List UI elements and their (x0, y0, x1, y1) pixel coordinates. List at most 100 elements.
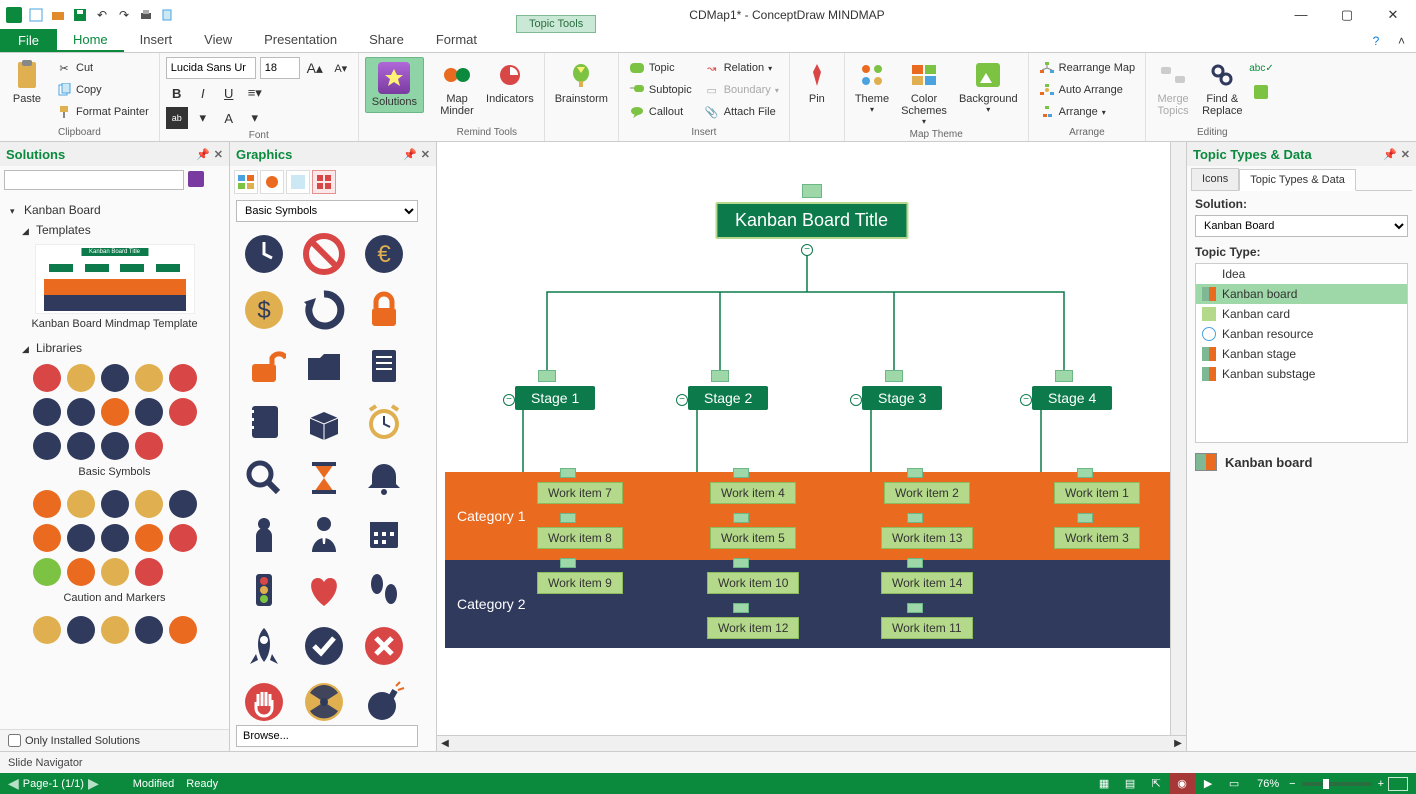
kanban-title[interactable]: Kanban Board Title (715, 202, 908, 239)
grow-font-icon[interactable]: A▴ (304, 57, 326, 79)
find-options-icon[interactable] (1250, 81, 1272, 103)
file-menu[interactable]: File (0, 29, 57, 52)
gfx-view2-icon[interactable] (260, 170, 284, 194)
work-item[interactable]: Work item 3 (1054, 527, 1140, 549)
tab-presentation[interactable]: Presentation (248, 29, 353, 52)
merge-topics-button[interactable]: Merge Topics (1152, 57, 1194, 119)
tab-insert[interactable]: Insert (124, 29, 189, 52)
map-minder-button[interactable]: Map Minder (436, 57, 478, 119)
zoom-out-icon[interactable]: − (1289, 778, 1295, 790)
close-panel-icon[interactable]: ✕ (421, 148, 430, 161)
work-item[interactable]: Work item 12 (707, 617, 799, 639)
lib-icon[interactable] (135, 364, 163, 392)
lib-icon[interactable] (169, 364, 197, 392)
wi-handle-icon[interactable] (733, 558, 749, 568)
stage-3[interactable]: Stage 3 (862, 386, 942, 410)
solutions-button[interactable]: Solutions (365, 57, 424, 113)
lib-icon[interactable] (135, 524, 163, 552)
bold-button[interactable]: B (166, 82, 188, 104)
indicators-button[interactable]: Indicators (482, 57, 538, 107)
refresh-icon[interactable] (296, 284, 352, 336)
stage-2[interactable]: Stage 2 (688, 386, 768, 410)
clock-icon[interactable] (236, 228, 292, 280)
wi-handle-icon[interactable] (1077, 513, 1093, 523)
stage-handle-icon[interactable] (538, 370, 556, 382)
wi-handle-icon[interactable] (560, 468, 576, 478)
next-page-icon[interactable]: ▶ (88, 775, 99, 792)
slide-navigator[interactable]: Slide Navigator (0, 751, 1416, 773)
tab-topic-types[interactable]: Topic Types & Data (1239, 169, 1356, 191)
only-installed-checkbox[interactable] (8, 734, 21, 747)
print-preview-icon[interactable] (160, 7, 176, 23)
horizontal-scrollbar[interactable]: ◀▶ (437, 735, 1186, 751)
template-thumbnail[interactable]: Kanban Board Title (35, 244, 195, 314)
check-circle-icon[interactable] (296, 620, 352, 672)
lib-icon[interactable] (33, 490, 61, 518)
presentation-icon[interactable]: ▭ (1221, 773, 1247, 794)
lib-icon[interactable] (169, 524, 197, 552)
work-item[interactable]: Work item 7 (537, 482, 623, 504)
font-size-select[interactable] (260, 57, 300, 79)
context-tab-topic-tools[interactable]: Topic Tools (516, 15, 596, 33)
graphics-library-select[interactable]: Basic Symbols (236, 200, 418, 222)
help-icon[interactable]: ? (1364, 29, 1388, 53)
gfx-view4-icon[interactable] (312, 170, 336, 194)
open-icon[interactable] (50, 7, 66, 23)
lib-icon[interactable] (101, 364, 129, 392)
work-item[interactable]: Work item 11 (881, 617, 973, 639)
work-item[interactable]: Work item 9 (537, 572, 623, 594)
tab-home[interactable]: Home (57, 29, 124, 52)
gfx-view3-icon[interactable] (286, 170, 310, 194)
lib-icon[interactable] (33, 558, 61, 586)
font-color-button[interactable]: A (218, 107, 240, 129)
attach-file-button[interactable]: 📎Attach File (700, 101, 783, 123)
magnifier-icon[interactable] (236, 452, 292, 504)
wi-handle-icon[interactable] (907, 468, 923, 478)
tree-node-libraries[interactable]: ◢Libraries (10, 338, 219, 358)
view-mode-2-icon[interactable]: ▤ (1117, 773, 1143, 794)
work-item[interactable]: Work item 1 (1054, 482, 1140, 504)
solution-select[interactable]: Kanban Board (1195, 215, 1408, 237)
lib-icon[interactable] (33, 398, 61, 426)
lib-icon[interactable] (67, 490, 95, 518)
lib-icon[interactable] (67, 364, 95, 392)
wi-handle-icon[interactable] (1077, 468, 1093, 478)
print-icon[interactable] (138, 7, 154, 23)
tree-node-kanban[interactable]: ▾Kanban Board (10, 200, 219, 220)
zoom-in-icon[interactable]: + (1378, 778, 1384, 790)
collapse-icon[interactable]: − (676, 394, 688, 406)
align-button[interactable]: ≡▾ (244, 82, 266, 104)
heart-icon[interactable] (296, 564, 352, 616)
stage-handle-icon[interactable] (885, 370, 903, 382)
tab-view[interactable]: View (188, 29, 248, 52)
work-item[interactable]: Work item 14 (881, 572, 973, 594)
pin-icon[interactable]: 📌 (1383, 148, 1397, 161)
topic-button[interactable]: Topic (625, 57, 696, 79)
stop-hand-icon[interactable] (236, 676, 292, 721)
type-kanban-stage[interactable]: Kanban stage (1196, 344, 1407, 364)
lib-icon[interactable] (33, 432, 61, 460)
lib-icon[interactable] (169, 398, 197, 426)
lib-icon[interactable] (135, 558, 163, 586)
work-item[interactable]: Work item 2 (884, 482, 970, 504)
zoom-slider[interactable] (1302, 782, 1372, 786)
lock-open-icon[interactable] (236, 340, 292, 392)
callout-button[interactable]: Callout (625, 101, 696, 123)
view-mode-1-icon[interactable]: ▦ (1091, 773, 1117, 794)
lib-icon[interactable] (135, 490, 163, 518)
stage-handle-icon[interactable] (1055, 370, 1073, 382)
pin-button[interactable]: Pin (796, 57, 838, 107)
radiation-icon[interactable] (296, 676, 352, 721)
lib-icon[interactable] (101, 558, 129, 586)
collapse-icon[interactable]: − (850, 394, 862, 406)
traffic-light-icon[interactable] (236, 564, 292, 616)
tab-share[interactable]: Share (353, 29, 420, 52)
title-handle-icon[interactable] (802, 184, 822, 198)
pin-icon[interactable]: 📌 (196, 148, 210, 161)
lib-icon[interactable] (67, 398, 95, 426)
lib-icon[interactable] (33, 524, 61, 552)
tree-node-templates[interactable]: ◢Templates (10, 220, 219, 240)
rearrange-button[interactable]: Rearrange Map (1035, 57, 1139, 79)
background-button[interactable]: Background▾ (955, 57, 1022, 116)
solutions-icon[interactable] (188, 171, 204, 190)
